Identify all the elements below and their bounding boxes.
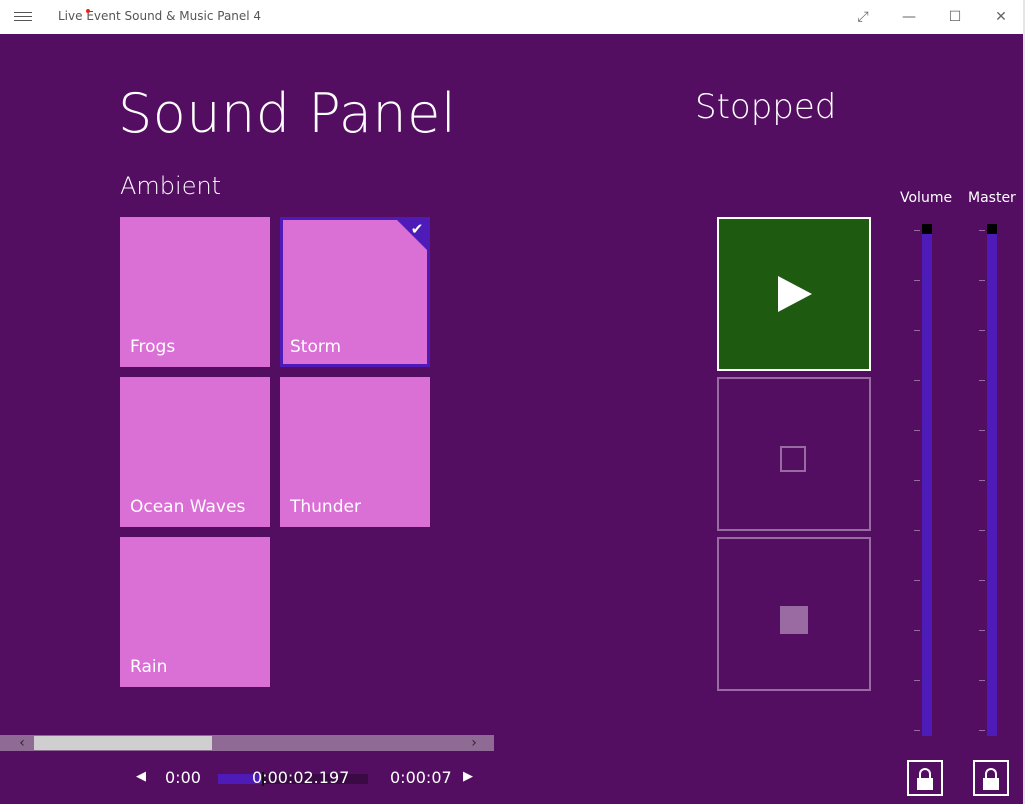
master-lock-button[interactable] (973, 760, 1009, 796)
tick-mark (914, 230, 920, 231)
pause-icon (780, 446, 806, 472)
tick-mark (979, 230, 985, 231)
sound-tile-frogs[interactable]: Frogs (120, 217, 270, 367)
scroll-left-icon[interactable]: ‹ (14, 735, 30, 751)
close-button[interactable]: ✕ (978, 0, 1024, 34)
tick-mark (979, 480, 985, 481)
sound-tile-rain[interactable]: Rain (120, 537, 270, 687)
tile-label: Frogs (130, 337, 176, 357)
group-title: Ambient (120, 172, 222, 200)
volume-thumb[interactable] (922, 224, 932, 234)
tick-mark (914, 330, 920, 331)
tile-label: Rain (130, 657, 168, 677)
end-time: 0:00:07 (390, 768, 452, 787)
lock-body (917, 778, 933, 790)
tick-mark (979, 530, 985, 531)
play-button[interactable] (717, 217, 871, 371)
minimize-button[interactable]: — (886, 0, 932, 34)
tick-mark (914, 430, 920, 431)
scrollbar-thumb[interactable] (34, 736, 212, 750)
tick-mark (979, 280, 985, 281)
sound-tile-ocean-waves[interactable]: Ocean Waves (120, 377, 270, 527)
hamburger-menu-icon[interactable] (14, 9, 32, 25)
tick-mark (914, 480, 920, 481)
tick-mark (979, 380, 985, 381)
maximize-button[interactable]: ☐ (932, 0, 978, 34)
next-icon[interactable]: ▶ (463, 769, 473, 784)
stop-button[interactable] (717, 537, 871, 691)
previous-icon[interactable]: ◀ (136, 769, 146, 784)
tick-mark (914, 680, 920, 681)
volume-label: Volume (900, 190, 953, 206)
page-title: Sound Panel (118, 82, 457, 145)
pause-button[interactable] (717, 377, 871, 531)
volume-lock-button[interactable] (907, 760, 943, 796)
stop-icon (780, 606, 808, 634)
sound-tile-thunder[interactable]: Thunder (280, 377, 430, 527)
tile-label: Storm (290, 337, 342, 357)
lock-body (983, 778, 999, 790)
current-time: 0:00:02.197 (252, 768, 350, 787)
checkmark-icon: ✔ (410, 220, 424, 238)
tick-mark (979, 330, 985, 331)
master-label: Master (968, 190, 1016, 206)
tile-label: Ocean Waves (130, 497, 246, 517)
master-thumb[interactable] (987, 224, 997, 234)
tick-mark (914, 630, 920, 631)
volume-track (922, 224, 932, 736)
scroll-right-icon[interactable]: › (466, 735, 482, 751)
master-slider[interactable] (987, 224, 997, 736)
start-time: 0:00 (165, 768, 201, 787)
sound-tile-storm[interactable]: ✔ Storm (280, 217, 430, 367)
tick-mark (914, 530, 920, 531)
tick-mark (979, 580, 985, 581)
tile-label: Thunder (290, 497, 361, 517)
tick-mark (914, 380, 920, 381)
playback-status: Stopped (695, 87, 837, 127)
tick-mark (979, 630, 985, 631)
horizontal-scrollbar[interactable]: ‹ › (0, 735, 494, 751)
title-bar: Live Event Sound & Music Panel 4 ⤢ — ☐ ✕ (0, 0, 1025, 34)
tick-mark (979, 680, 985, 681)
tick-mark (979, 430, 985, 431)
tick-mark (914, 580, 920, 581)
play-icon (778, 276, 812, 312)
volume-slider[interactable] (922, 224, 932, 736)
tick-mark (914, 280, 920, 281)
tick-mark (914, 730, 920, 731)
fullscreen-button[interactable]: ⤢ (840, 0, 886, 34)
recording-indicator-icon (86, 9, 90, 13)
tick-mark (979, 730, 985, 731)
master-track (987, 224, 997, 736)
